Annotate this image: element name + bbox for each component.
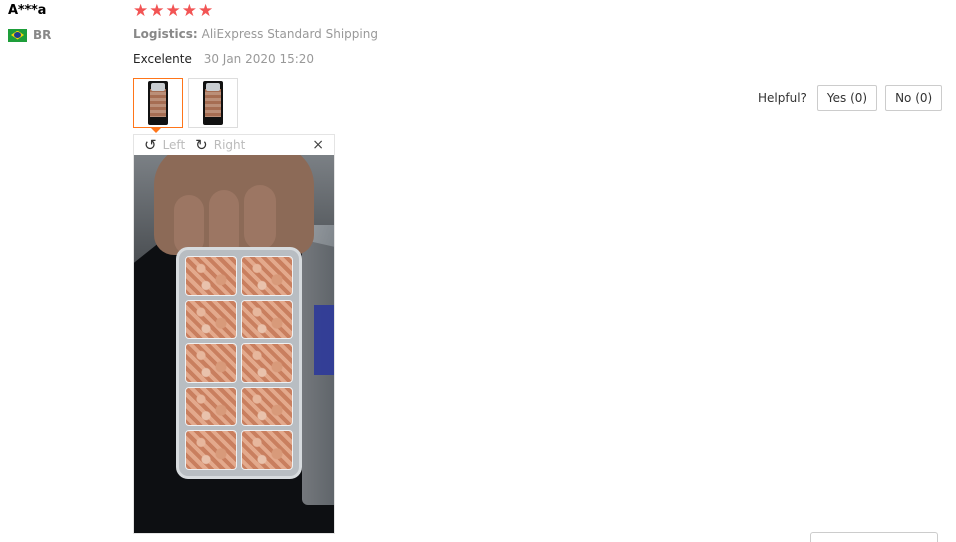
helpful-vote: Helpful? Yes (0) No (0) <box>758 85 943 111</box>
rotate-left-button[interactable]: ↺ Left <box>144 135 186 154</box>
star-icon: ★ <box>165 1 181 21</box>
helpful-label: Helpful? <box>758 91 807 105</box>
reviewer-country: BR <box>8 28 51 42</box>
photo-viewer: ↺ Left ↻ Right × <box>133 134 335 534</box>
photo-thumbnail-1[interactable] <box>133 78 183 128</box>
logistics-value: AliExpress Standard Shipping <box>201 27 378 41</box>
selected-thumbnail-caret <box>150 127 162 133</box>
washer-box <box>176 247 302 479</box>
rotate-right-icon: ↻ <box>195 135 208 154</box>
feedback-text: Excelente <box>133 52 192 66</box>
feedback-line: Excelente 30 Jan 2020 15:20 <box>133 52 314 66</box>
rotate-left-icon: ↺ <box>144 135 157 154</box>
star-rating: ★ ★ ★ ★ ★ <box>133 2 213 20</box>
feedback-date: 30 Jan 2020 15:20 <box>203 52 315 66</box>
photo-viewer-toolbar: ↺ Left ↻ Right × <box>134 135 334 155</box>
partial-panel-edge <box>810 532 938 542</box>
rotate-right-button[interactable]: ↻ Right <box>195 135 246 154</box>
star-icon: ★ <box>181 1 197 21</box>
star-icon: ★ <box>133 1 149 21</box>
photo-thumbnail-image <box>148 81 168 125</box>
rotate-right-label: Right <box>213 138 246 152</box>
close-icon[interactable]: × <box>312 137 324 153</box>
helpful-no-button[interactable]: No (0) <box>885 85 943 111</box>
country-code: BR <box>33 28 52 42</box>
reviewer-name: A***a <box>8 3 47 18</box>
star-icon: ★ <box>198 1 214 21</box>
photo-thumbnail-2[interactable] <box>188 78 238 128</box>
photo-thumbnail-image <box>203 81 223 125</box>
review-photo <box>134 155 334 533</box>
brazil-flag-icon <box>8 28 27 42</box>
logistics-label: Logistics: <box>133 27 198 41</box>
rotate-left-label: Left <box>162 138 186 152</box>
photo-thumbnails <box>133 78 238 128</box>
logistics-info: Logistics: AliExpress Standard Shipping <box>133 27 378 41</box>
star-icon: ★ <box>149 1 165 21</box>
helpful-yes-button[interactable]: Yes (0) <box>816 85 878 111</box>
